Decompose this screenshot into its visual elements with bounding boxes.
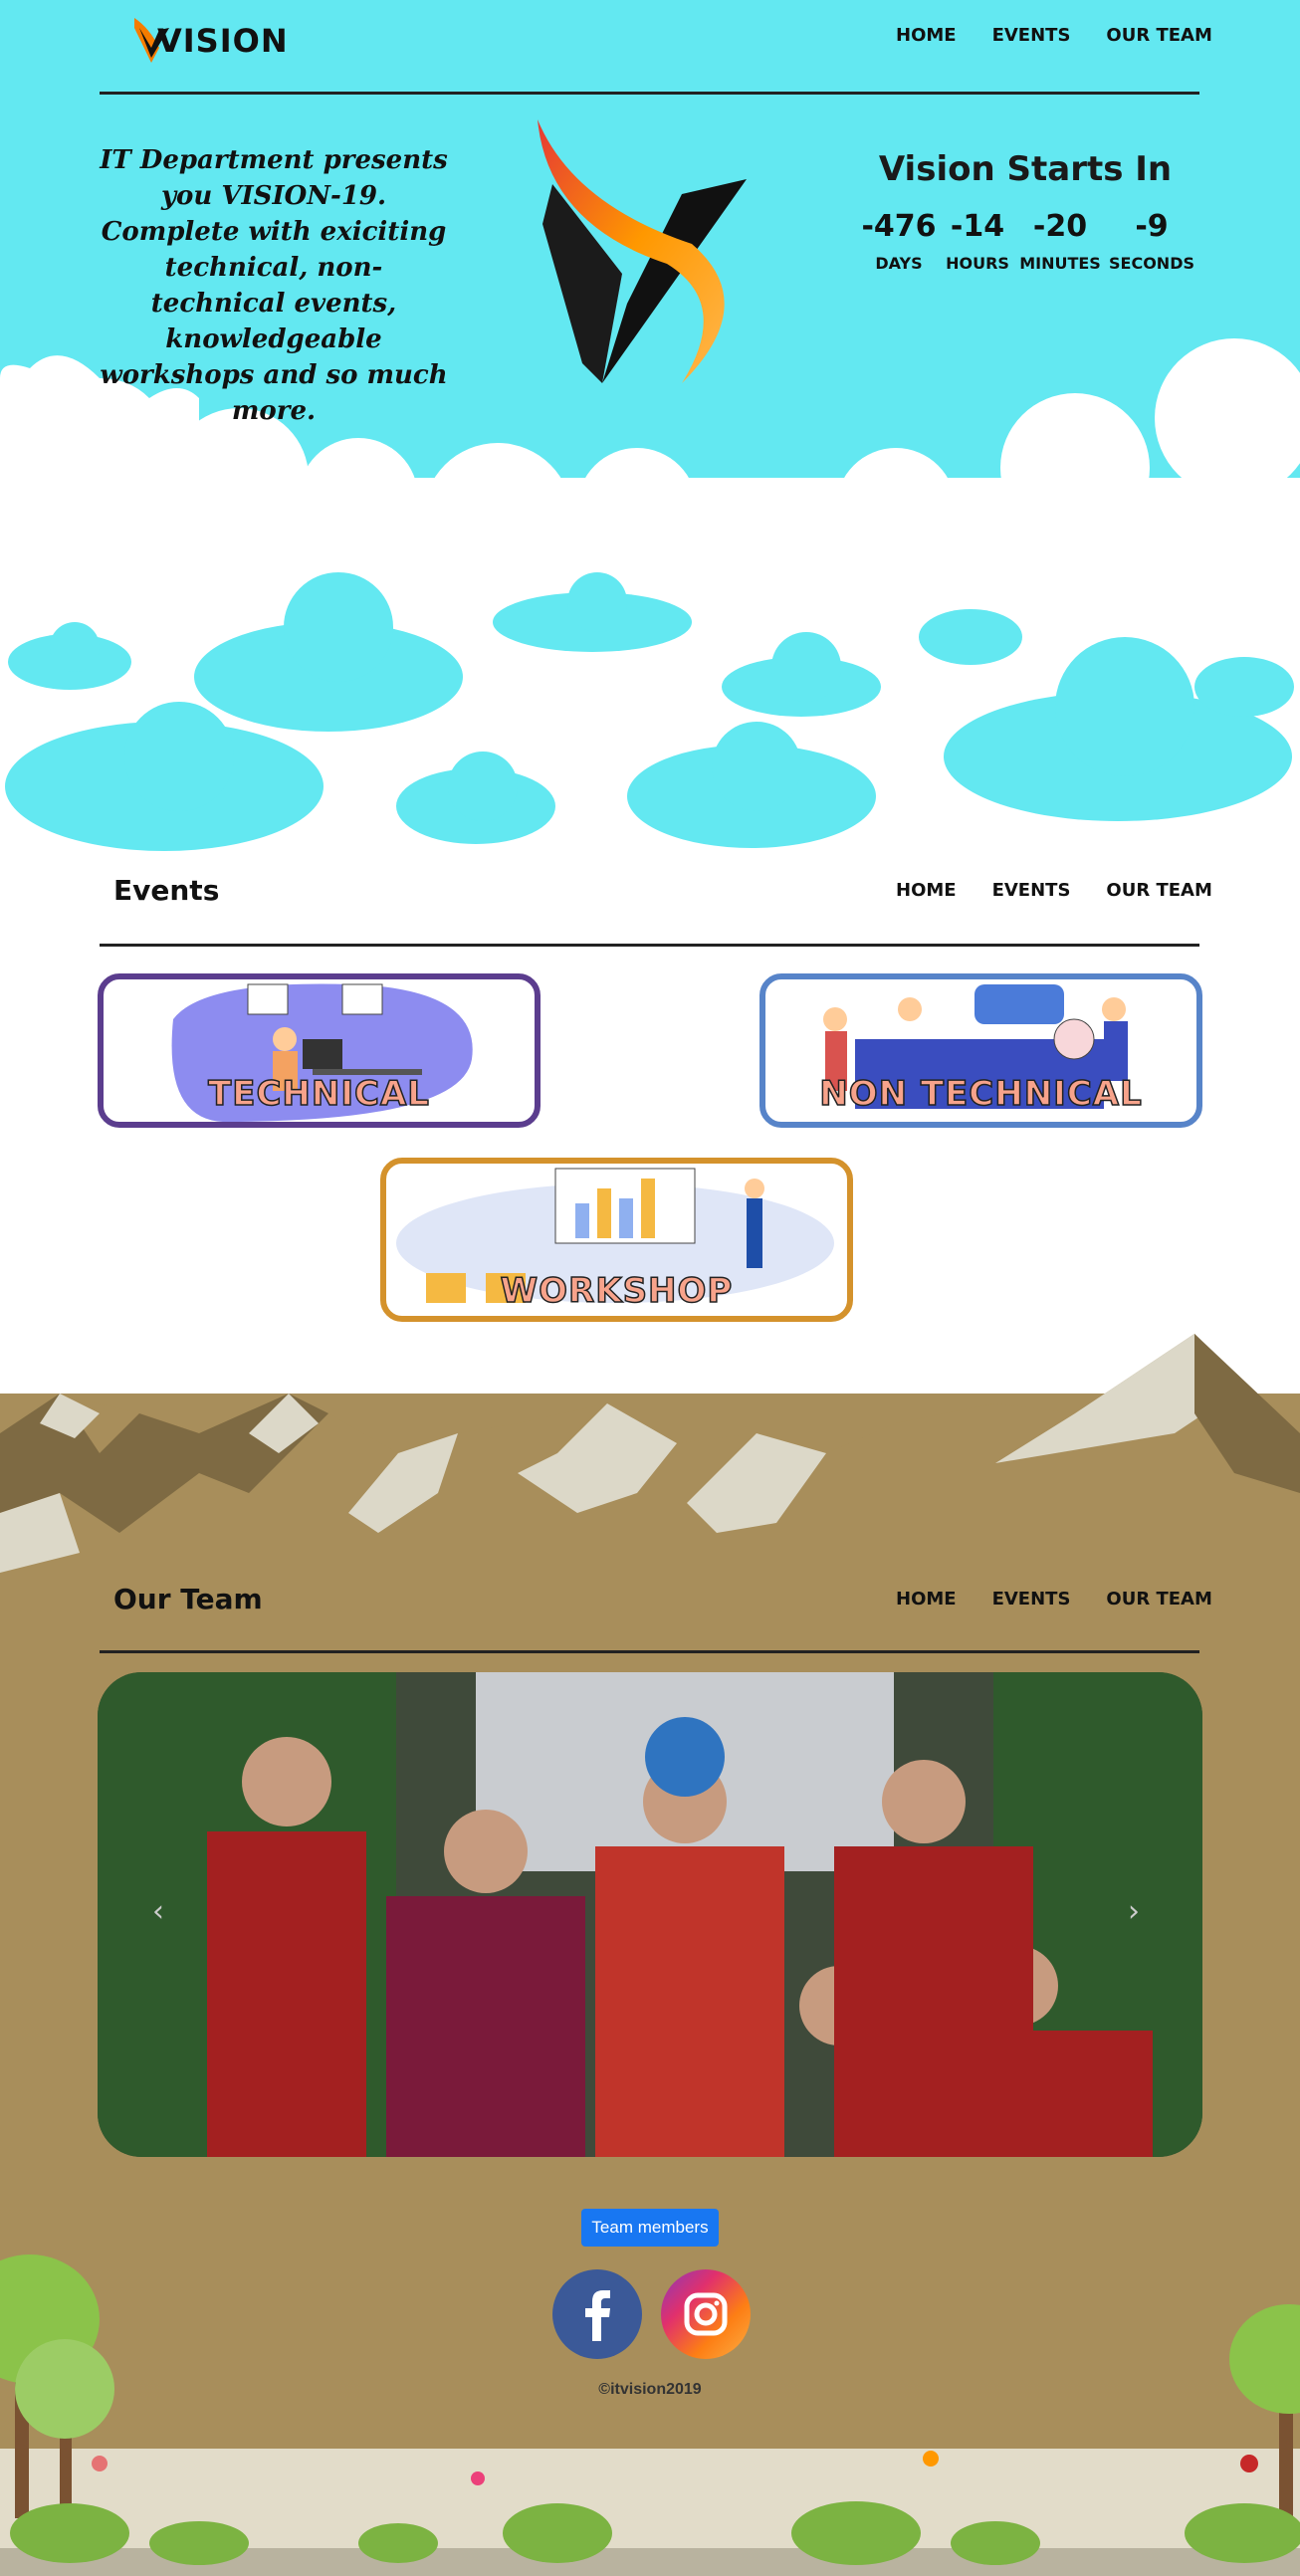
countdown-hours-label: HOURS xyxy=(946,254,1009,273)
workshop-label: WORKSHOP xyxy=(500,1270,734,1312)
countdown-minutes-value: -20 xyxy=(1032,209,1088,244)
events-divider xyxy=(100,944,1199,947)
instagram-link[interactable] xyxy=(661,2269,751,2359)
svg-text:›: › xyxy=(1128,1894,1140,1929)
countdown-seconds-value: -9 xyxy=(1135,209,1169,244)
countdown-days-value: -476 xyxy=(861,209,937,244)
countdown-minutes: -20 MINUTES xyxy=(1015,209,1105,273)
countdown-seconds: -9 SECONDS xyxy=(1107,209,1196,273)
events-title: Events xyxy=(113,874,220,907)
nav-home[interactable]: HOME xyxy=(896,880,957,901)
team-photo-carousel[interactable]: ‹ › xyxy=(98,1672,1202,2157)
nav-our-team[interactable]: OUR TEAM xyxy=(1106,880,1211,901)
header-divider xyxy=(100,92,1199,95)
team-photo: ‹ › xyxy=(98,1672,1202,2157)
nav-events[interactable]: EVENTS xyxy=(992,880,1071,901)
countdown-seconds-label: SECONDS xyxy=(1109,254,1194,273)
countdown-days: -476 DAYS xyxy=(859,209,939,273)
logo-text: VISION xyxy=(157,22,289,60)
vision-logo[interactable]: VISION xyxy=(129,8,288,68)
team-nav: HOME EVENTS OUR TEAM xyxy=(896,1589,1212,1610)
countdown-hours-value: -14 xyxy=(950,209,1005,244)
team-members-button[interactable]: Team members xyxy=(581,2209,719,2247)
vision-emblem-icon xyxy=(538,119,747,383)
nav-our-team[interactable]: OUR TEAM xyxy=(1106,25,1211,46)
copyright-text: ©itvision2019 xyxy=(598,2381,702,2398)
team-divider xyxy=(100,1650,1199,1653)
countdown-title: Vision Starts In xyxy=(878,149,1173,189)
hero-tagline: IT Department presents you VISION-19. Co… xyxy=(100,145,448,426)
facebook-link[interactable] xyxy=(552,2269,642,2359)
countdown-minutes-label: MINUTES xyxy=(1019,254,1101,273)
events-nav: HOME EVENTS OUR TEAM xyxy=(896,880,1212,901)
non-technical-label: NON TECHNICAL xyxy=(818,1073,1143,1115)
team-title: Our Team xyxy=(113,1583,263,1615)
nav-home[interactable]: HOME xyxy=(896,25,957,46)
technical-label: TECHNICAL xyxy=(207,1073,430,1115)
countdown-hours: -14 HOURS xyxy=(938,209,1017,273)
instagram-icon xyxy=(684,2292,728,2336)
countdown-days-label: DAYS xyxy=(875,254,923,273)
technical-event-card[interactable]: TECHNICAL xyxy=(98,973,541,1128)
facebook-icon xyxy=(585,2290,610,2341)
top-nav: HOME EVENTS OUR TEAM xyxy=(896,25,1212,46)
nav-home[interactable]: HOME xyxy=(896,1589,957,1610)
workshop-event-card[interactable]: WORKSHOP xyxy=(380,1158,853,1322)
nav-events[interactable]: EVENTS xyxy=(992,1589,1071,1610)
nav-events[interactable]: EVENTS xyxy=(992,25,1071,46)
svg-text:‹: ‹ xyxy=(152,1894,164,1929)
nav-our-team[interactable]: OUR TEAM xyxy=(1106,1589,1211,1610)
non-technical-event-card[interactable]: NON TECHNICAL xyxy=(759,973,1202,1128)
